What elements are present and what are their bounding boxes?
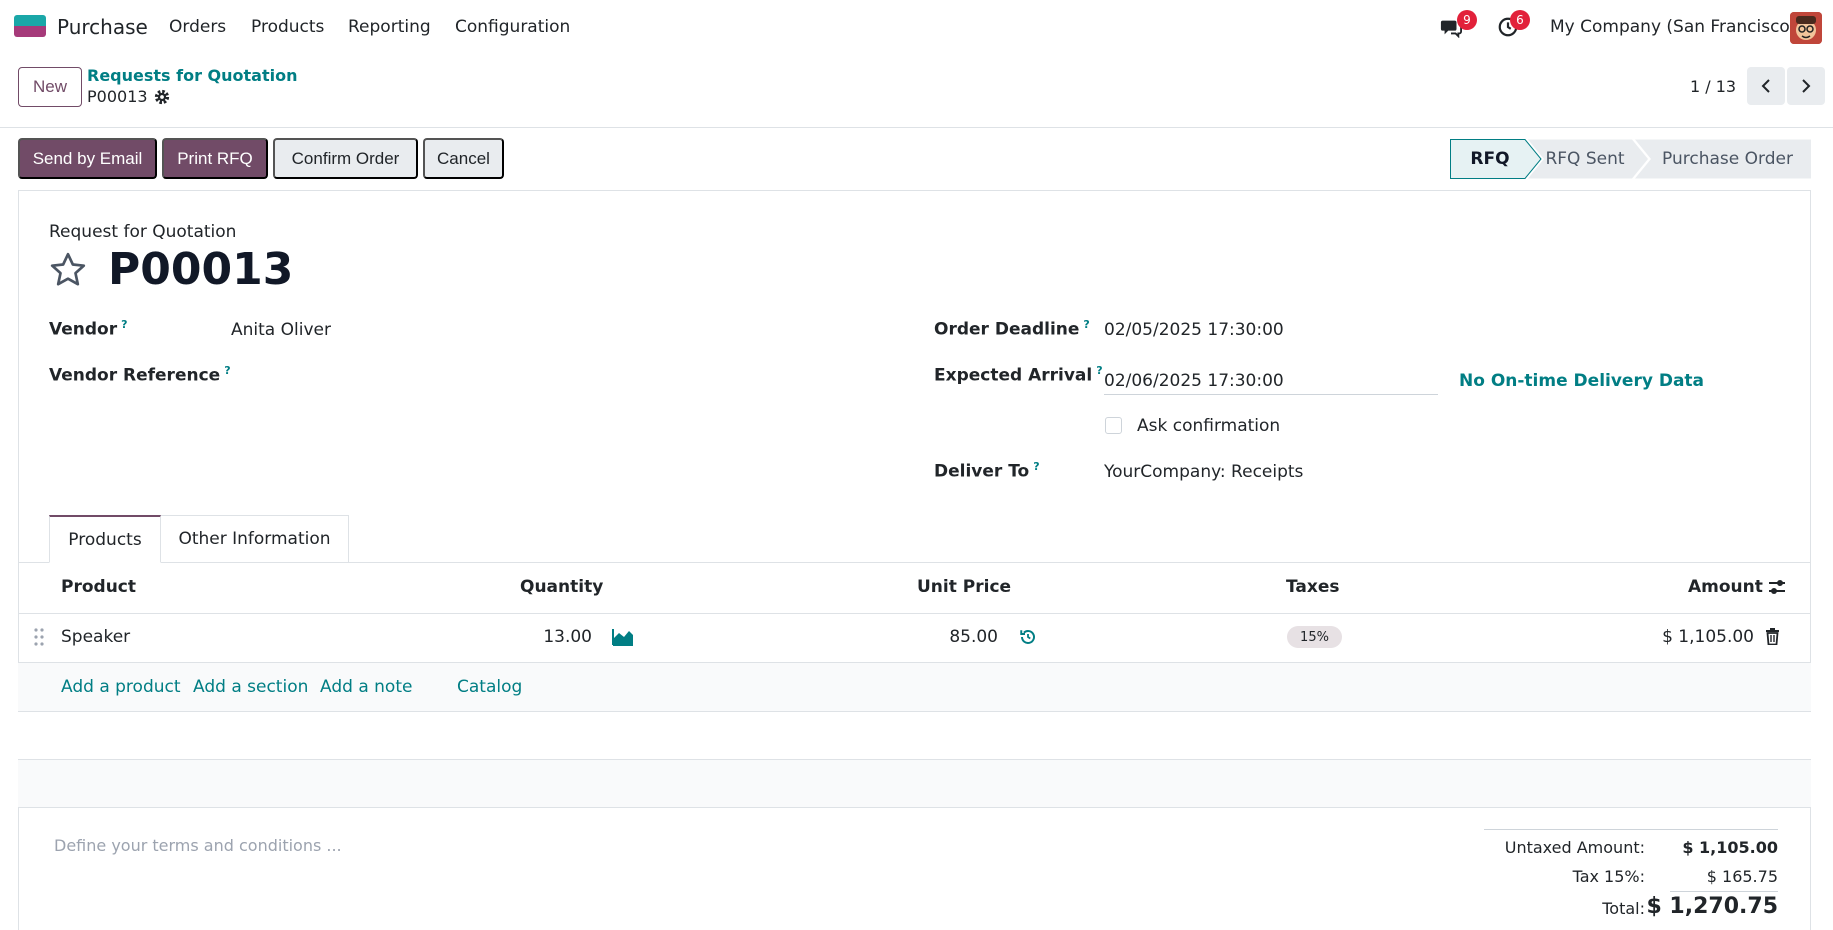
vendor-reference-help-icon[interactable]: ? <box>224 364 230 377</box>
tax-value: $ 165.75 <box>1706 867 1778 886</box>
totals-top-line <box>1484 829 1778 830</box>
terms-conditions-field[interactable]: Define your terms and conditions ... <box>54 836 342 855</box>
confirm-order-button[interactable]: Confirm Order <box>273 138 418 179</box>
breadcrumb-current: P00013 <box>87 87 148 106</box>
chevron-right-icon <box>1802 79 1811 93</box>
control-panel-divider <box>0 127 1833 128</box>
menu-configuration[interactable]: Configuration <box>455 17 570 37</box>
row-amount: $ 1,105.00 <box>1662 627 1754 647</box>
pager-previous-button[interactable] <box>1747 67 1785 105</box>
pager-next-button[interactable] <box>1787 67 1825 105</box>
column-settings-icon[interactable] <box>1767 578 1787 596</box>
expected-arrival-label: Expected Arrival? <box>934 364 1103 386</box>
ask-confirmation-label: Ask confirmation <box>1137 416 1281 436</box>
app-logo-icon[interactable] <box>14 15 46 37</box>
price-history-icon[interactable] <box>1019 628 1037 646</box>
vendor-field[interactable]: Anita Oliver <box>231 320 331 340</box>
ask-confirmation-checkbox[interactable] <box>1105 417 1122 434</box>
menu-products[interactable]: Products <box>251 17 324 37</box>
breadcrumb-rfq-list[interactable]: Requests for Quotation <box>87 66 298 85</box>
totals-total-line <box>1670 891 1778 892</box>
company-switcher[interactable]: My Company (San Francisco) <box>1550 17 1796 37</box>
order-deadline-field[interactable]: 02/05/2025 17:30:00 <box>1104 320 1284 340</box>
deliver-to-help-icon[interactable]: ? <box>1033 460 1039 473</box>
add-note-link[interactable]: Add a note <box>320 677 412 697</box>
tax-label: Tax 15%: <box>1572 867 1645 886</box>
expected-arrival-underline <box>1104 394 1438 395</box>
deliver-to-field[interactable]: YourCompany: Receipts <box>1104 462 1303 482</box>
untaxed-amount-label: Untaxed Amount: <box>1504 838 1645 857</box>
add-section-link[interactable]: Add a section <box>193 677 308 697</box>
trash-icon[interactable] <box>1765 628 1780 645</box>
add-product-link[interactable]: Add a product <box>61 677 181 697</box>
menu-orders[interactable]: Orders <box>169 17 226 37</box>
tax-badge[interactable]: 15% <box>1287 626 1342 648</box>
row-unit-price[interactable]: 85.00 <box>800 627 998 647</box>
document-name: P00013 <box>108 244 294 295</box>
column-header-product[interactable]: Product <box>61 577 136 597</box>
empty-row <box>18 760 1811 807</box>
column-header-quantity[interactable]: Quantity <box>520 577 603 597</box>
empty-row <box>18 712 1811 759</box>
status-rfq[interactable]: RFQ <box>1450 139 1530 179</box>
table-header-divider <box>18 613 1811 614</box>
expected-arrival-help-icon[interactable]: ? <box>1096 364 1102 377</box>
tab-other-information[interactable]: Other Information <box>160 515 349 563</box>
expected-arrival-field[interactable]: 02/06/2025 17:30:00 <box>1104 371 1284 391</box>
chevron-left-icon <box>1761 79 1770 93</box>
vendor-reference-label: Vendor Reference? <box>49 364 231 386</box>
cancel-button[interactable]: Cancel <box>423 138 504 179</box>
star-icon[interactable] <box>48 250 88 290</box>
pager-value[interactable]: 1 / 13 <box>1690 77 1736 96</box>
total-label: Total: <box>1602 899 1645 918</box>
table-bottom-divider <box>18 807 1811 808</box>
order-deadline-help-icon[interactable]: ? <box>1083 318 1089 331</box>
app-name[interactable]: Purchase <box>57 15 148 39</box>
gear-icon[interactable] <box>153 88 171 106</box>
drag-handle-icon[interactable] <box>32 627 46 647</box>
untaxed-amount-value: $ 1,105.00 <box>1682 838 1778 857</box>
order-deadline-label: Order Deadline? <box>934 318 1090 340</box>
activities-count-badge: 6 <box>1510 10 1530 30</box>
on-time-delivery-link[interactable]: No On-time Delivery Data <box>1459 371 1704 391</box>
top-navbar: Purchase Orders Products Reporting Confi… <box>0 0 1833 53</box>
status-purchase-order[interactable]: Purchase Order <box>1650 139 1805 179</box>
total-value: $ 1,270.75 <box>1646 894 1778 919</box>
forecast-chart-icon[interactable] <box>612 628 634 646</box>
column-header-taxes[interactable]: Taxes <box>1286 577 1340 597</box>
new-button[interactable]: New <box>18 67 82 107</box>
messages-count-badge: 9 <box>1457 10 1477 30</box>
vendor-help-icon[interactable]: ? <box>121 318 127 331</box>
column-header-unit-price[interactable]: Unit Price <box>917 577 1011 597</box>
user-avatar[interactable] <box>1790 12 1822 44</box>
row-quantity[interactable]: 13.00 <box>440 627 592 647</box>
menu-reporting[interactable]: Reporting <box>348 17 431 37</box>
print-rfq-button[interactable]: Print RFQ <box>162 138 268 179</box>
deliver-to-label: Deliver To? <box>934 460 1040 482</box>
tab-products[interactable]: Products <box>49 515 161 563</box>
catalog-link[interactable]: Catalog <box>457 677 522 697</box>
column-header-amount[interactable]: Amount <box>1688 577 1763 597</box>
document-type-label: Request for Quotation <box>49 222 237 242</box>
send-by-email-button[interactable]: Send by Email <box>18 138 157 179</box>
status-rfq-sent[interactable]: RFQ Sent <box>1535 139 1635 179</box>
vendor-label: Vendor? <box>49 318 128 340</box>
row-product[interactable]: Speaker <box>61 627 130 647</box>
